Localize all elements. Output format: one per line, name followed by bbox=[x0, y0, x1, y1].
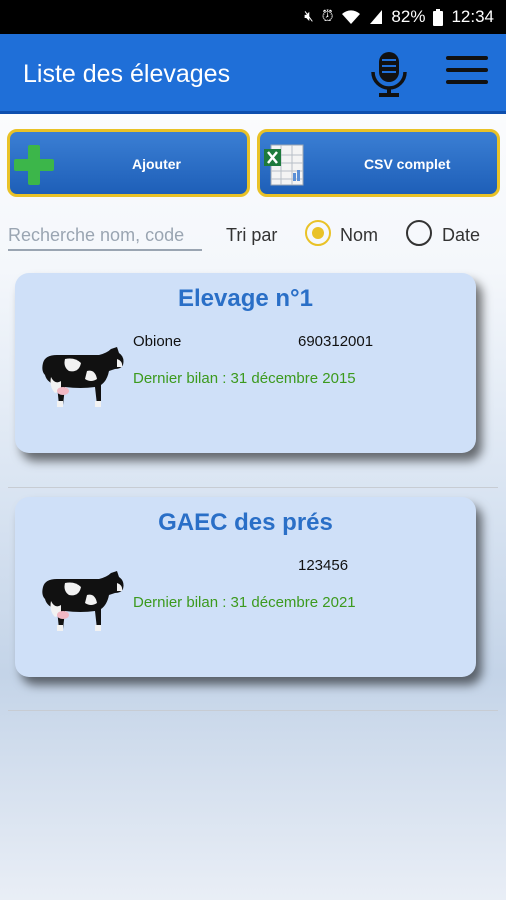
sort-by-date-label[interactable]: Date bbox=[442, 225, 480, 246]
farm-title: Elevage n°1 bbox=[178, 285, 313, 312]
list-divider bbox=[8, 710, 498, 711]
status-bar: 🔇︎ ⏰︎ 82% 12:34 bbox=[0, 0, 506, 34]
farm-code: 123456 bbox=[298, 557, 349, 574]
cow-icon bbox=[42, 571, 124, 631]
battery-icon bbox=[433, 8, 444, 26]
farm-card[interactable]: GAEC des prés 123456 Dernier bilan : 31 … bbox=[15, 497, 476, 677]
wifi-icon bbox=[342, 10, 361, 24]
sort-by-name-radio[interactable] bbox=[305, 220, 331, 246]
battery-percent: 82% bbox=[391, 7, 426, 26]
page-title: Liste des élevages bbox=[23, 60, 231, 88]
menu-icon bbox=[446, 56, 488, 60]
add-farm-button[interactable]: Ajouter bbox=[7, 129, 250, 197]
microphone-icon bbox=[371, 52, 407, 97]
status-time: 12:34 bbox=[451, 7, 494, 26]
sort-by-name-label[interactable]: Nom bbox=[340, 225, 378, 246]
farm-code: 690312001 bbox=[298, 333, 374, 350]
menu-button[interactable] bbox=[446, 56, 488, 90]
mute-icon: 🔇︎ bbox=[304, 8, 314, 25]
status-icons: 🔇︎ ⏰︎ 82% 12:34 bbox=[304, 7, 494, 27]
farm-last-report: Dernier bilan : 31 décembre 2021 bbox=[133, 594, 356, 611]
csv-button-label: CSV complet bbox=[364, 156, 451, 172]
search-input[interactable] bbox=[8, 221, 202, 251]
app-bar: Liste des élevages bbox=[0, 34, 506, 114]
list-divider bbox=[8, 487, 498, 488]
farm-last-report: Dernier bilan : 31 décembre 2015 bbox=[133, 370, 356, 387]
farm-card[interactable]: Elevage n°1 Obione 690312001 Dernier bil… bbox=[15, 273, 476, 453]
cow-icon bbox=[42, 347, 124, 407]
farm-title: GAEC des prés bbox=[158, 509, 333, 536]
signal-icon bbox=[370, 10, 383, 24]
alarm-icon: ⏰︎ bbox=[321, 8, 334, 25]
farm-owner: Obione bbox=[133, 333, 182, 350]
plus-icon bbox=[14, 145, 54, 185]
add-button-label: Ajouter bbox=[132, 156, 181, 172]
csv-export-button[interactable]: CSV complet bbox=[257, 129, 500, 197]
sort-label: Tri par bbox=[226, 225, 278, 245]
sort-by-date-radio[interactable] bbox=[406, 220, 432, 246]
voice-search-button[interactable] bbox=[366, 50, 412, 98]
spreadsheet-icon bbox=[264, 144, 304, 186]
